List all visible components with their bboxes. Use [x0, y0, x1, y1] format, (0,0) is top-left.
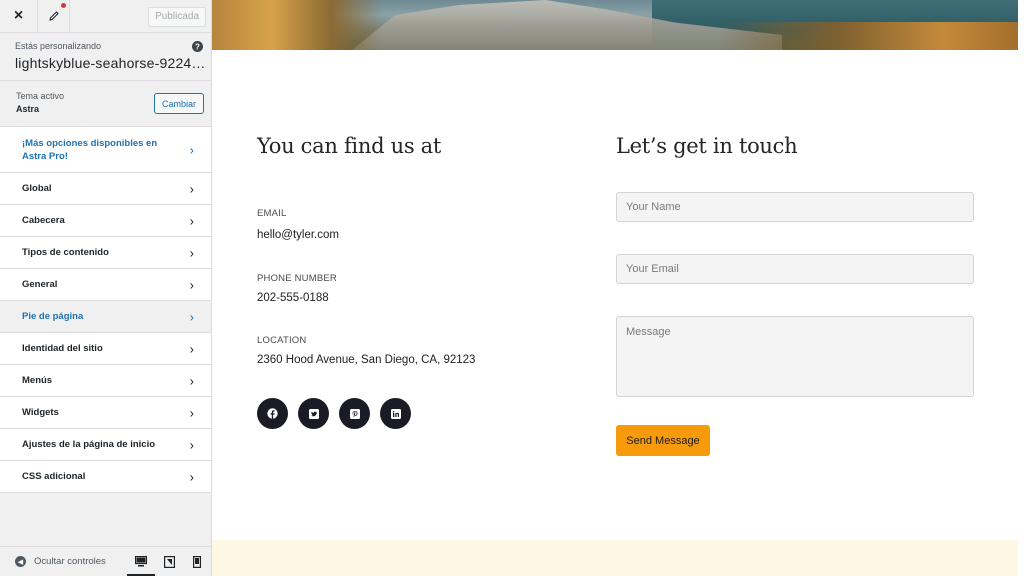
chevron-right-icon: › [189, 469, 194, 484]
active-theme: Tema activo Astra Cambiar [0, 81, 211, 127]
sidebar-item-label: Tipos de contenido [22, 247, 109, 258]
chevron-right-icon: › [189, 309, 194, 324]
sidebar-item-homepage-settings[interactable]: Ajustes de la página de inicio › [0, 429, 211, 461]
hide-controls-label: Ocultar controles [34, 556, 106, 567]
sidebar-item-label: Cabecera [22, 215, 65, 226]
twitter-link[interactable] [298, 398, 329, 429]
name-input[interactable]: Your Name [616, 192, 974, 222]
tablet-icon [163, 555, 175, 568]
customizing-info: Estás personalizando lightskyblue-seahor… [0, 33, 211, 81]
sidebar-item-site-identity[interactable]: Identidad del sitio › [0, 333, 211, 365]
footer-band [212, 540, 1018, 576]
sidebar-item-label: Ajustes de la página de inicio [22, 439, 156, 450]
customizer-footer: ◀ Ocultar controles [0, 546, 211, 576]
edit-button[interactable] [38, 0, 70, 33]
chevron-right-icon: › [189, 213, 194, 228]
chevron-right-icon: › [189, 142, 194, 157]
notification-dot [61, 2, 66, 8]
location-label: LOCATION [257, 335, 307, 346]
location-value: 2360 Hood Avenue, San Diego, CA, 92123 [257, 354, 476, 366]
sidebar-item-astra-pro[interactable]: ¡Más opciones disponibles en Astra Pro! … [0, 127, 211, 173]
published-button[interactable]: Publicada [148, 7, 206, 27]
device-switcher [127, 547, 211, 576]
desktop-preview-button[interactable] [127, 547, 155, 576]
sidebar-item-header[interactable]: Cabecera › [0, 205, 211, 237]
facebook-icon [267, 408, 278, 419]
pencil-icon [48, 11, 59, 21]
mobile-icon [193, 555, 201, 568]
chevron-right-icon: › [189, 181, 194, 196]
site-preview: You can find us at EMAIL hello@tyler.com… [212, 0, 1024, 576]
name-placeholder: Your Name [626, 201, 681, 213]
linkedin-link[interactable] [380, 398, 411, 429]
linkedin-icon [390, 408, 401, 419]
chevron-right-icon: › [189, 277, 194, 292]
customizer-sidebar: × Publicada Estás personalizando lightsk… [0, 0, 212, 576]
sidebar-item-label: Menús [22, 375, 53, 386]
twitter-icon [308, 408, 319, 419]
close-icon: × [13, 7, 24, 24]
customizer-menu: ¡Más opciones disponibles en Astra Pro! … [0, 127, 211, 493]
desktop-icon [135, 556, 147, 567]
chevron-right-icon: › [189, 437, 194, 452]
sidebar-item-additional-css[interactable]: CSS adicional › [0, 461, 211, 493]
email-label: EMAIL [257, 208, 287, 219]
sidebar-item-label: Widgets [22, 407, 59, 418]
email-input[interactable]: Your Email [616, 254, 974, 284]
pinterest-link[interactable] [339, 398, 370, 429]
sidebar-item-global[interactable]: Global › [0, 173, 211, 205]
send-message-button[interactable]: Send Message [616, 425, 710, 456]
sidebar-item-label: CSS adicional [22, 471, 86, 482]
svg-text:?: ? [195, 43, 200, 52]
sidebar-item-content-types[interactable]: Tipos de contenido › [0, 237, 211, 269]
social-icons [257, 398, 411, 429]
chevron-right-icon: › [189, 245, 194, 260]
help-icon[interactable]: ? [192, 41, 203, 52]
form-heading: Let’s get in touch [616, 134, 798, 158]
email-value[interactable]: hello@tyler.com [257, 229, 339, 241]
site-name: lightskyblue-seahorse-922417... [15, 55, 207, 71]
chevron-right-icon: › [189, 405, 194, 420]
customizer-topbar: × Publicada [0, 0, 211, 33]
chevron-right-icon: › [189, 341, 194, 356]
tablet-preview-button[interactable] [155, 547, 183, 576]
contact-heading: You can find us at [257, 134, 442, 158]
close-button[interactable]: × [0, 0, 38, 33]
hero-landscape-image [212, 0, 1018, 50]
sidebar-item-label: Global [22, 183, 52, 194]
facebook-link[interactable] [257, 398, 288, 429]
sidebar-item-widgets[interactable]: Widgets › [0, 397, 211, 429]
sidebar-item-label: Identidad del sitio [22, 343, 103, 354]
message-textarea[interactable]: Message [616, 316, 974, 397]
sidebar-item-menus[interactable]: Menús › [0, 365, 211, 397]
hide-controls-button[interactable]: ◀ Ocultar controles [0, 556, 127, 567]
sidebar-item-footer[interactable]: Pie de página › [0, 301, 211, 333]
sidebar-item-general[interactable]: General › [0, 269, 211, 301]
email-placeholder: Your Email [626, 263, 679, 275]
chevron-right-icon: › [189, 373, 194, 388]
mobile-preview-button[interactable] [183, 547, 211, 576]
pinterest-icon [349, 408, 360, 419]
sidebar-item-label: General [22, 279, 58, 290]
phone-label: PHONE NUMBER [257, 273, 337, 284]
change-theme-button[interactable]: Cambiar [154, 93, 204, 114]
collapse-icon: ◀ [15, 556, 26, 567]
customizing-label: Estás personalizando [15, 41, 102, 51]
sidebar-item-label: ¡Más opciones disponibles en Astra Pro! [22, 137, 158, 162]
phone-value[interactable]: 202-555-0188 [257, 292, 329, 304]
sidebar-item-label: Pie de página [22, 311, 84, 322]
message-placeholder: Message [626, 326, 671, 338]
